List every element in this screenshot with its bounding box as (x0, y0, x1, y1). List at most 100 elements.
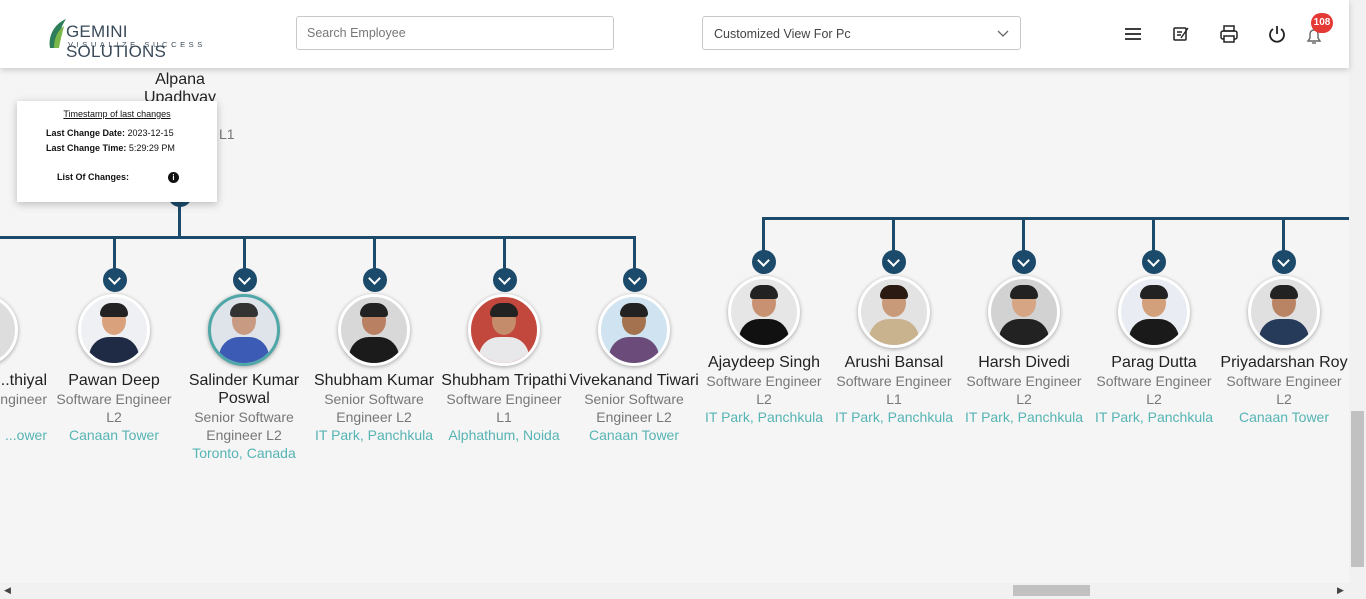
scroll-left-arrow-icon[interactable]: ◀ (4, 585, 11, 596)
manager-role: L1 (219, 126, 235, 142)
employee-card[interactable]: Priyadarshan Roy Software Engineer L2 Ca… (1219, 276, 1349, 426)
expand-toggle[interactable] (493, 268, 517, 292)
employee-name: Arushi Bansal (844, 354, 944, 371)
employee-name: ...thiyal (0, 372, 47, 389)
gemini-logo[interactable]: GEMINI SOLUTIONS VISUALIZE SUCCESS (46, 16, 216, 61)
branch-drop (113, 236, 116, 272)
employee-location: Canaan Tower (588, 427, 680, 443)
print-icon[interactable] (1219, 24, 1239, 44)
expand-toggle[interactable] (752, 250, 776, 274)
branch-drop (503, 236, 506, 272)
branch-drop (633, 236, 636, 272)
employee-card[interactable]: ...thiyal ...ngineer x ...ower (0, 294, 47, 444)
employee-location: IT Park, Panchkula (704, 409, 824, 425)
branch-drop (1022, 217, 1025, 253)
view-select-value: Customized View For Pc (714, 27, 851, 41)
chevron-down-icon (997, 30, 1009, 37)
employee-role: Software Engineer L1 (836, 373, 952, 407)
employee-name: Parag Dutta (1111, 354, 1197, 371)
last-change-time-row: Last Change Time: 5:29:29 PM (46, 143, 175, 153)
expand-toggle[interactable] (1012, 250, 1036, 274)
avatar (468, 294, 540, 366)
last-change-date-label: Last Change Date: (46, 128, 126, 138)
employee-location: Alphathum, Noida (448, 427, 560, 443)
branch-drop (892, 217, 895, 253)
expand-toggle[interactable] (1272, 250, 1296, 274)
avatar (208, 294, 280, 366)
expand-toggle[interactable] (1142, 250, 1166, 274)
employee-role: Software Engineer L2 (966, 373, 1082, 407)
list-of-changes-label: List Of Changes: (57, 172, 130, 182)
menu-icon[interactable] (1123, 24, 1143, 44)
avatar (338, 294, 410, 366)
employee-role: Software Engineer L2 (1226, 373, 1342, 407)
info-icon[interactable]: i (168, 172, 179, 183)
horizontal-scrollbar[interactable] (0, 583, 1366, 599)
employee-card[interactable]: Salinder Kumar Poswal Senior Software En… (179, 294, 309, 462)
vertical-scroll-thumb[interactable] (1351, 411, 1364, 567)
last-change-time-label: Last Change Time: (46, 143, 127, 153)
expand-toggle[interactable] (103, 268, 127, 292)
last-change-time-value: 5:29:29 PM (128, 143, 175, 153)
employee-card[interactable]: Arushi Bansal Software Engineer L1 IT Pa… (829, 276, 959, 426)
employee-role: Software Engineer L2 (56, 391, 172, 425)
avatar (0, 294, 18, 366)
avatar (728, 276, 800, 348)
expand-toggle[interactable] (623, 268, 647, 292)
search-employee-input[interactable] (296, 16, 614, 50)
employee-name: Ajaydeep Singh (707, 354, 821, 371)
employee-card[interactable]: Vivekanand Tiwari Senior Software Engine… (569, 294, 699, 444)
avatar (598, 294, 670, 366)
top-header: GEMINI SOLUTIONS VISUALIZE SUCCESS Custo… (0, 0, 1349, 68)
employee-location: IT Park, Panchkula (964, 409, 1084, 425)
edit-note-icon[interactable] (1171, 24, 1191, 44)
last-change-date-row: Last Change Date: 2023-12-15 (46, 128, 174, 138)
employee-name: Salinder Kumar Poswal (188, 372, 300, 407)
employee-card[interactable]: Shubham Kumar Senior Software Engineer L… (309, 294, 439, 444)
employee-card[interactable]: Harsh Divedi Software Engineer L2 IT Par… (959, 276, 1089, 426)
right-branch-line (762, 217, 1349, 220)
view-select[interactable]: Customized View For Pc (702, 16, 1021, 50)
employee-role: Senior Software Engineer L2 (584, 391, 684, 425)
left-branch-line (0, 236, 636, 239)
employee-name: Shubham Kumar (313, 372, 435, 389)
employee-role: ...ngineer (0, 391, 47, 407)
employee-location: IT Park, Panchkula (834, 409, 954, 425)
employee-card[interactable]: Pawan Deep Software Engineer L2 Canaan T… (49, 294, 179, 444)
logo-tagline: VISUALIZE SUCCESS (68, 40, 206, 49)
horizontal-scroll-thumb[interactable] (1013, 585, 1090, 596)
power-icon[interactable] (1267, 24, 1287, 44)
employee-location: ...ower (4, 427, 47, 443)
employee-role: Senior Software Engineer L2 (194, 409, 294, 443)
employee-location: Canaan Tower (1238, 409, 1330, 425)
notification-badge[interactable]: 108 (1311, 13, 1333, 33)
expand-toggle[interactable] (233, 268, 257, 292)
employee-name: Shubham Tripathi (441, 372, 567, 389)
avatar (988, 276, 1060, 348)
branch-drop (1152, 217, 1155, 253)
expand-toggle[interactable] (882, 250, 906, 274)
employee-name: Harsh Divedi (978, 354, 1070, 371)
branch-drop (762, 217, 765, 253)
employee-location: Toronto, Canada (192, 445, 296, 461)
scroll-right-arrow-icon[interactable]: ▶ (1337, 585, 1344, 596)
employee-card[interactable]: Shubham Tripathi Software Engineer L1 Al… (439, 294, 569, 444)
avatar (1118, 276, 1190, 348)
employee-card[interactable]: Ajaydeep Singh Software Engineer L2 IT P… (699, 276, 829, 426)
employee-name: Priyadarshan Roy (1220, 354, 1348, 371)
branch-drop (243, 236, 246, 272)
expand-toggle[interactable] (363, 268, 387, 292)
employee-location: Canaan Tower (68, 427, 160, 443)
employee-role: Senior Software Engineer L2 (324, 391, 424, 425)
employee-card[interactable]: Parag Dutta Software Engineer L2 IT Park… (1089, 276, 1219, 426)
employee-name: Vivekanand Tiwari (569, 372, 699, 389)
leaf-logo-icon (49, 19, 66, 48)
employee-location: IT Park, Panchkula (1094, 409, 1214, 425)
avatar (78, 294, 150, 366)
employee-role: Software Engineer L2 (706, 373, 822, 407)
branch-drop (373, 236, 376, 272)
avatar (1248, 276, 1320, 348)
employee-location: IT Park, Panchkula (314, 427, 434, 443)
employee-name: Pawan Deep (68, 372, 160, 389)
branch-drop (1282, 217, 1285, 253)
